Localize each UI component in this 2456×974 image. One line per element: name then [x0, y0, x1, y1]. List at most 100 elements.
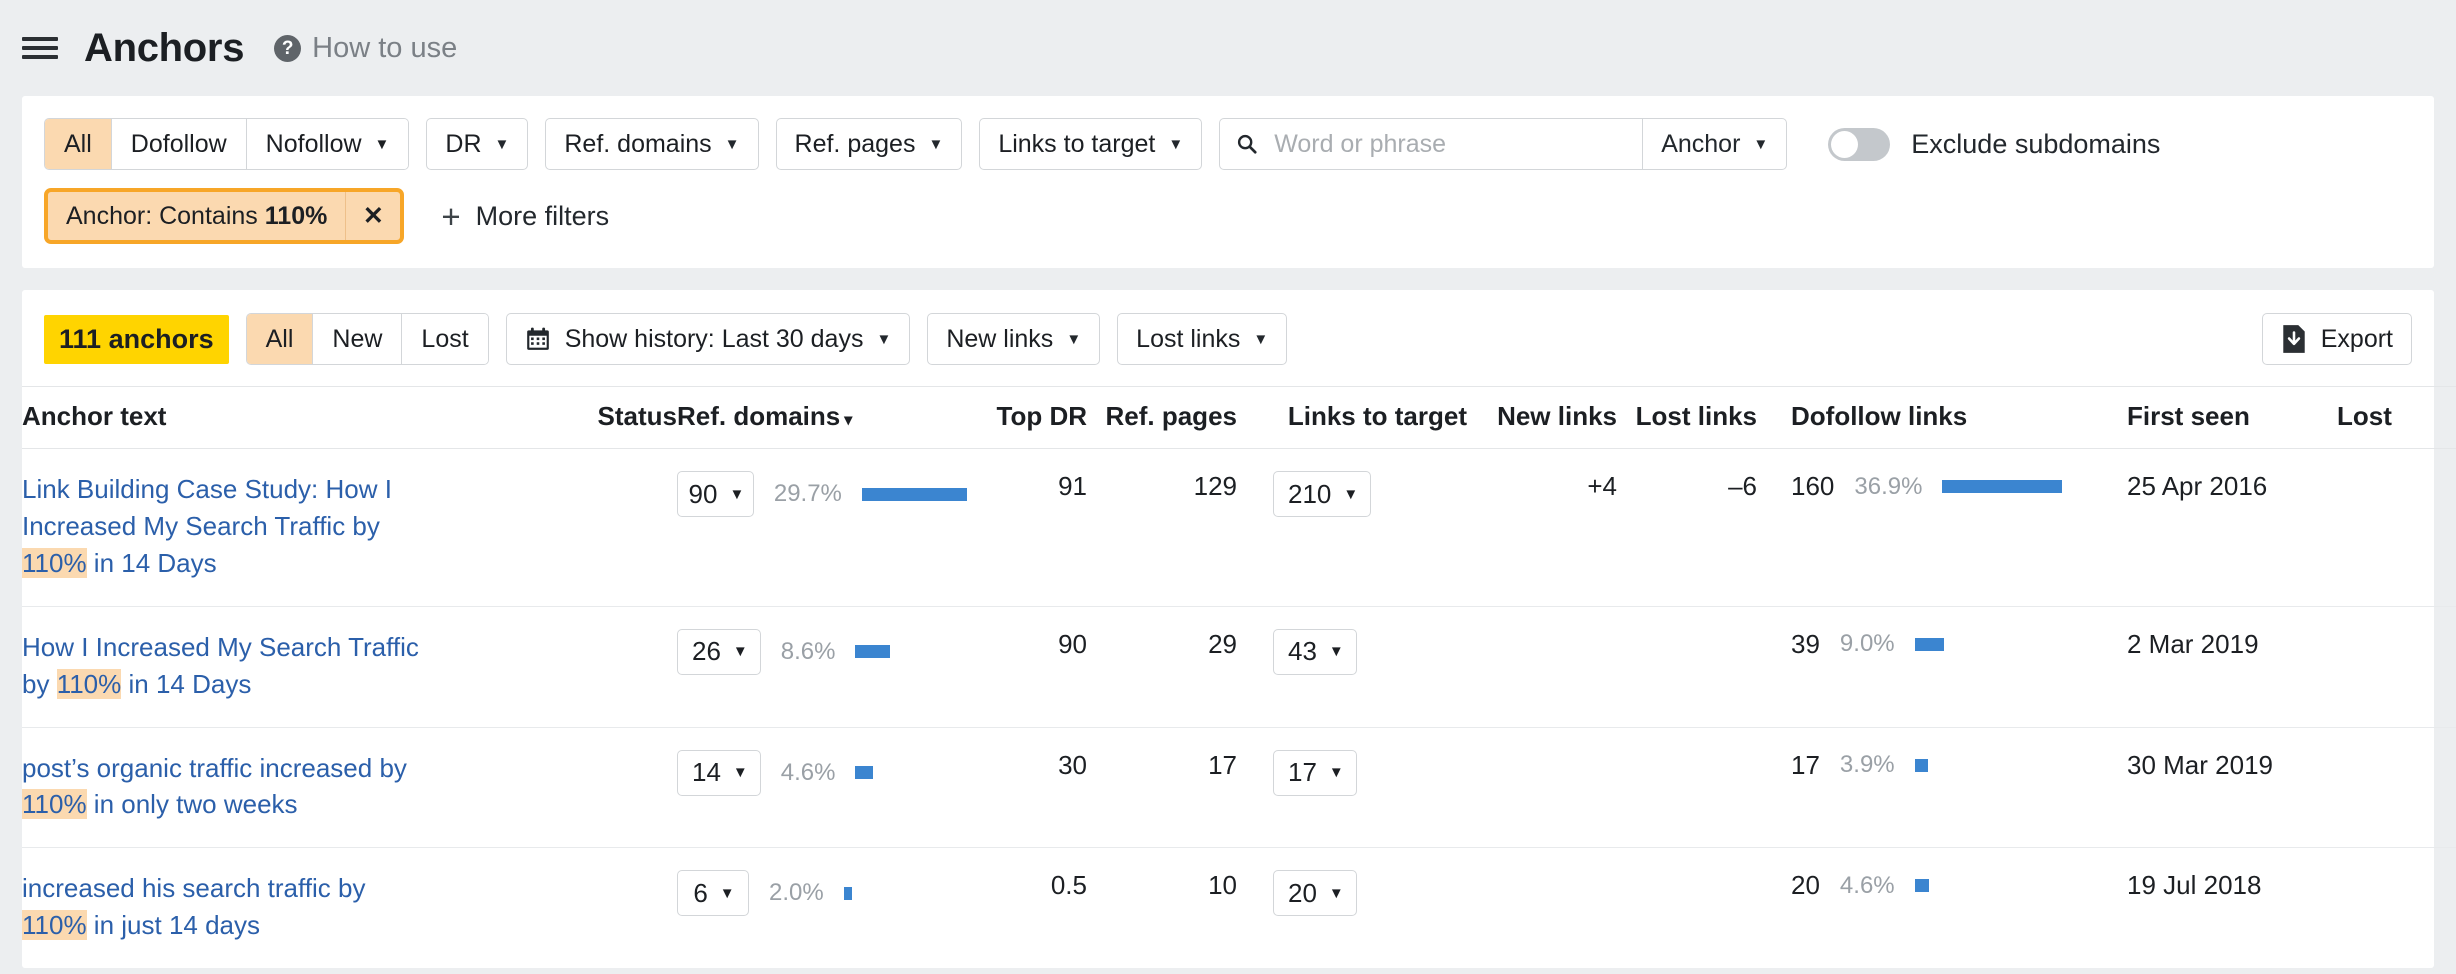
- column-header-anchor-text[interactable]: Anchor text: [22, 386, 552, 449]
- segment-all[interactable]: All: [45, 119, 112, 169]
- cell-anchor-text: How I Increased My Search Traffic by 110…: [22, 606, 552, 728]
- ref-domains-dropdown[interactable]: 14 ▼: [677, 749, 761, 796]
- lost-links-dropdown[interactable]: Lost links ▼: [1117, 313, 1288, 365]
- how-to-use-link[interactable]: ? How to use: [274, 32, 457, 65]
- chip-value: 110%: [264, 201, 328, 230]
- column-header-top-dr[interactable]: Top DR: [967, 386, 1087, 449]
- export-label: Export: [2320, 324, 2393, 353]
- status-segment-all[interactable]: All: [246, 314, 314, 364]
- status-segment-new-label: New: [332, 324, 383, 353]
- column-header-dofollow-links[interactable]: Dofollow links: [1757, 386, 2127, 449]
- column-header-new-links[interactable]: New links: [1467, 386, 1617, 449]
- chevron-down-icon: ▼: [928, 135, 944, 153]
- dofollow-links-bar: [1914, 637, 1944, 651]
- cell-lost: [2337, 727, 2456, 849]
- toggle-track: [1828, 127, 1891, 161]
- hamburger-icon[interactable]: [22, 33, 58, 63]
- cell-first-seen: 30 Mar 2019: [2127, 727, 2337, 849]
- table-row[interactable]: post’s organic traffic increased by 110%…: [22, 727, 2456, 849]
- show-history-label: Show history: Last 30 days: [564, 324, 864, 353]
- filter-dr-dropdown[interactable]: DR ▼: [426, 118, 529, 170]
- status-segmented-control: All New Lost: [245, 313, 489, 365]
- filter-ref-domains-dropdown[interactable]: Ref. domains ▼: [545, 118, 759, 170]
- status-segment-lost[interactable]: Lost: [402, 314, 488, 364]
- dofollow-links-bar: [1942, 480, 2063, 493]
- show-history-dropdown[interactable]: Show history: Last 30 days ▼: [505, 313, 911, 365]
- export-icon: [2283, 325, 2305, 353]
- cell-lost-links: –6: [1617, 448, 1757, 607]
- more-filters-button[interactable]: + More filters: [441, 200, 609, 233]
- anchor-text-link[interactable]: post’s organic traffic increased by 110%…: [22, 750, 422, 824]
- anchor-text-link[interactable]: How I Increased My Search Traffic by 110…: [22, 629, 422, 703]
- ref-domains-percent: 2.0%: [769, 879, 824, 907]
- column-header-lost[interactable]: Lost: [2337, 386, 2456, 449]
- cell-links-to-target: 210 ▼: [1237, 448, 1467, 607]
- anchor-text-link[interactable]: Link Building Case Study: How I Increase…: [22, 471, 422, 582]
- chevron-down-icon: ▼: [1168, 135, 1184, 153]
- ref-domains-dropdown[interactable]: 6 ▼: [677, 870, 749, 917]
- anchor-text-suffix: in just 14 days: [86, 910, 261, 941]
- lost-links-filter-label: Lost links: [1136, 324, 1241, 353]
- filter-links-to-target-label: Links to target: [998, 129, 1156, 158]
- search-input[interactable]: [1272, 128, 1627, 160]
- active-filter-chip-label[interactable]: Anchor: Contains 110%: [48, 192, 347, 240]
- column-header-ref-pages[interactable]: Ref. pages: [1087, 386, 1237, 449]
- anchor-text-suffix: in 14 Days: [86, 547, 217, 578]
- ref-domains-dropdown[interactable]: 90 ▼: [677, 471, 754, 517]
- anchor-text-link[interactable]: increased his search traffic by 110% in …: [22, 870, 422, 944]
- cell-links-to-target: 43 ▼: [1237, 606, 1467, 728]
- anchor-text-highlight: 110%: [22, 547, 87, 578]
- filter-ref-pages-dropdown[interactable]: Ref. pages ▼: [775, 118, 963, 170]
- chevron-down-icon: ▼: [1328, 884, 1344, 902]
- ref-domains-bar: [861, 487, 967, 501]
- cell-ref-pages: 10: [1208, 870, 1237, 901]
- chip-prefix: Anchor: Contains: [66, 201, 258, 230]
- table-row[interactable]: increased his search traffic by 110% in …: [22, 848, 2456, 968]
- filter-ref-domains-label: Ref. domains: [564, 129, 712, 158]
- cell-lost-links: [1617, 848, 1757, 968]
- column-header-links-to-target[interactable]: Links to target: [1237, 386, 1467, 449]
- ref-domains-value: 14: [692, 757, 721, 788]
- status-segment-new[interactable]: New: [313, 314, 403, 364]
- close-icon[interactable]: ✕: [346, 192, 400, 240]
- exclude-subdomains-label: Exclude subdomains: [1911, 128, 2161, 159]
- links-to-target-dropdown[interactable]: 17 ▼: [1273, 749, 1357, 796]
- segment-nofollow[interactable]: Nofollow ▼: [246, 119, 409, 169]
- cell-ref-pages: 17: [1087, 727, 1237, 849]
- cell-anchor-text: increased his search traffic by 110% in …: [22, 848, 552, 968]
- column-header-status[interactable]: Status: [552, 386, 677, 449]
- cell-status: [552, 448, 677, 607]
- links-to-target-dropdown[interactable]: 43 ▼: [1273, 628, 1357, 675]
- cell-lost: [2337, 606, 2456, 728]
- segment-dofollow[interactable]: Dofollow: [111, 119, 247, 169]
- chevron-down-icon: ▼: [732, 643, 748, 661]
- ref-domains-percent: 4.6%: [780, 758, 836, 786]
- cell-lost: [2337, 848, 2456, 968]
- links-to-target-dropdown[interactable]: 210 ▼: [1273, 471, 1372, 517]
- table-body: Link Building Case Study: How I Increase…: [22, 448, 2456, 969]
- search-scope-dropdown[interactable]: Anchor ▼: [1643, 119, 1786, 169]
- cell-new-links: +4: [1467, 448, 1617, 607]
- ref-domains-bar: [855, 766, 874, 780]
- chevron-down-icon: ▼: [1328, 764, 1344, 782]
- cell-dofollow-links: 39 9.0%: [1757, 606, 2127, 728]
- anchors-table: Anchor text Status Ref. domains ▾ Top DR …: [22, 386, 2456, 968]
- search-box[interactable]: [1220, 119, 1644, 169]
- exclude-subdomains-toggle[interactable]: Exclude subdomains: [1828, 127, 2161, 161]
- ref-domains-percent: 8.6%: [780, 637, 836, 665]
- ref-domains-dropdown[interactable]: 26 ▼: [677, 628, 761, 675]
- column-header-ref-domains[interactable]: Ref. domains ▾: [677, 386, 967, 449]
- cell-lost-links: [1617, 727, 1757, 849]
- column-header-first-seen[interactable]: First seen: [2127, 386, 2337, 449]
- cell-ref-domains: 14 ▼ 4.6%: [677, 727, 967, 849]
- column-header-lost-links[interactable]: Lost links: [1617, 386, 1757, 449]
- chevron-down-icon: ▼: [732, 764, 748, 782]
- new-links-dropdown[interactable]: New links ▼: [927, 313, 1101, 365]
- export-button[interactable]: Export: [2261, 313, 2412, 365]
- links-to-target-dropdown[interactable]: 20 ▼: [1273, 870, 1357, 917]
- table-row[interactable]: How I Increased My Search Traffic by 110…: [22, 606, 2456, 728]
- filter-links-to-target-dropdown[interactable]: Links to target ▼: [979, 118, 1203, 170]
- cell-new-links: [1467, 848, 1617, 968]
- more-filters-label: More filters: [475, 200, 610, 231]
- table-row[interactable]: Link Building Case Study: How I Increase…: [22, 448, 2456, 607]
